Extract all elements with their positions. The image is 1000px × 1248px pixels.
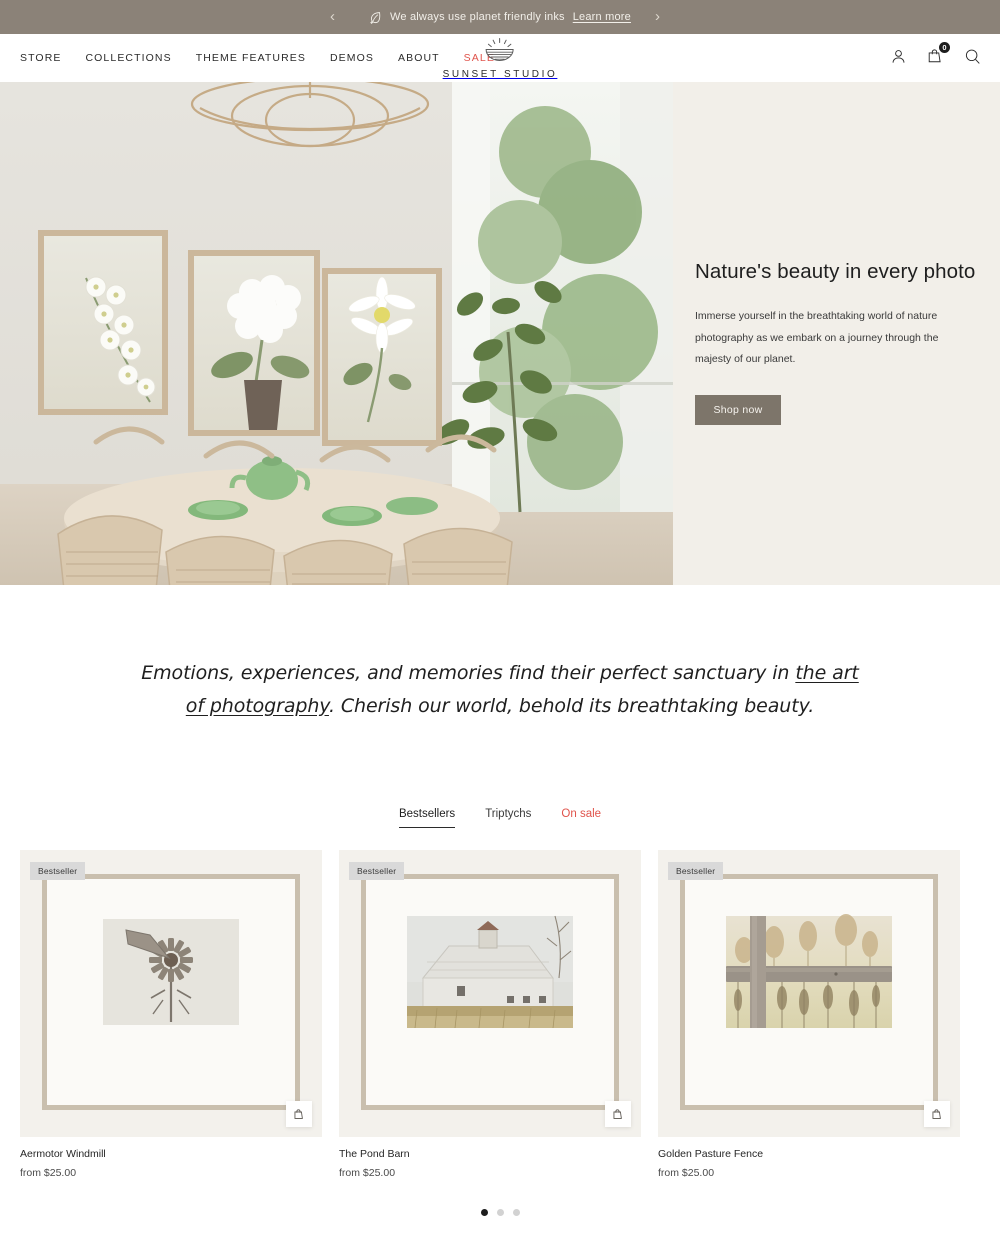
product-image[interactable]: Bestseller xyxy=(20,850,322,1138)
leaf-icon xyxy=(369,11,382,24)
cart-count-badge: 0 xyxy=(939,42,950,53)
product-tabs: Bestsellers Triptychs On sale xyxy=(0,808,1000,829)
hero-section: Nature's beauty in every photo Immerse y… xyxy=(0,82,1000,585)
nav-item-demos[interactable]: DEMOS xyxy=(330,52,374,64)
hero-copy: Nature's beauty in every photo Immerse y… xyxy=(673,82,1000,585)
status-badge: Bestseller xyxy=(668,862,724,881)
product-title[interactable]: The Pond Barn xyxy=(339,1148,641,1160)
product-card[interactable]: Bestseller xyxy=(20,850,322,1179)
hero-shop-now-button[interactable]: Shop now xyxy=(695,394,781,425)
announcement-content: We always use planet friendly inks Learn… xyxy=(369,11,631,24)
product-grid: Bestseller Aermotor Windmill from $25.00… xyxy=(0,828,1000,1179)
hero-subtitle: Immerse yourself in the breathtaking wor… xyxy=(695,310,939,366)
hero-image xyxy=(0,82,673,585)
product-title[interactable]: Golden Pasture Fence xyxy=(658,1148,960,1160)
quote-section: Emotions, experiences, and memories find… xyxy=(0,585,1000,722)
quote-part-1: Emotions, experiences, and memories find… xyxy=(141,662,796,684)
tab-on-sale[interactable]: On sale xyxy=(561,808,601,828)
cart-icon[interactable]: 0 xyxy=(925,42,950,66)
product-price: from $25.00 xyxy=(658,1167,715,1180)
product-price: from $25.00 xyxy=(20,1167,77,1180)
product-image[interactable]: Bestseller xyxy=(339,850,641,1138)
announcement-bar: ‹ We always use planet friendly inks Lea… xyxy=(0,0,1000,34)
nav-item-store[interactable]: STORE xyxy=(20,52,61,64)
brand-name: SUNSET STUDIO xyxy=(442,69,558,80)
product-price: from $25.00 xyxy=(339,1167,396,1180)
product-card[interactable]: Bestseller xyxy=(339,850,641,1179)
main-navigation: STORE COLLECTIONS THEME FEATURES DEMOS A… xyxy=(20,52,495,64)
announcement-prev-button[interactable]: ‹ xyxy=(330,9,335,24)
tab-bestsellers[interactable]: Bestsellers xyxy=(398,808,456,829)
hero-title: Nature's beauty in every photo xyxy=(695,260,976,283)
carousel-pagination xyxy=(0,1209,1000,1217)
product-title[interactable]: Aermotor Windmill xyxy=(20,1148,322,1160)
carousel-dot-1[interactable] xyxy=(480,1209,488,1217)
carousel-dot-2[interactable] xyxy=(496,1209,504,1217)
status-badge: Bestseller xyxy=(30,862,86,881)
status-badge: Bestseller xyxy=(349,862,405,881)
product-card[interactable]: Bestseller xyxy=(658,850,960,1179)
quick-add-cart-icon[interactable] xyxy=(605,1101,631,1128)
sunset-logo-icon xyxy=(479,38,521,67)
header-actions: 0 xyxy=(888,42,982,66)
product-image[interactable]: Bestseller xyxy=(658,850,960,1138)
quote-text: Emotions, experiences, and memories find… xyxy=(140,657,860,722)
search-icon[interactable] xyxy=(962,46,982,66)
announcement-learn-more-link[interactable]: Learn more xyxy=(573,11,631,23)
tab-triptychs[interactable]: Triptychs xyxy=(485,808,531,828)
nav-item-theme-features[interactable]: THEME FEATURES xyxy=(196,52,306,64)
announcement-next-button[interactable]: › xyxy=(655,9,660,24)
carousel-dot-3[interactable] xyxy=(512,1209,520,1217)
account-icon[interactable] xyxy=(888,46,908,66)
site-header: STORE COLLECTIONS THEME FEATURES DEMOS A… xyxy=(0,34,1000,82)
brand-logo-link[interactable]: SUNSET STUDIO xyxy=(443,38,558,80)
quick-add-cart-icon[interactable] xyxy=(924,1101,950,1128)
nav-item-about[interactable]: ABOUT xyxy=(398,52,440,64)
nav-item-collections[interactable]: COLLECTIONS xyxy=(85,52,171,64)
quick-add-cart-icon[interactable] xyxy=(286,1101,312,1128)
quote-part-2: . Cherish our world, behold its breathta… xyxy=(328,694,815,717)
announcement-text: We always use planet friendly inks xyxy=(390,11,565,23)
